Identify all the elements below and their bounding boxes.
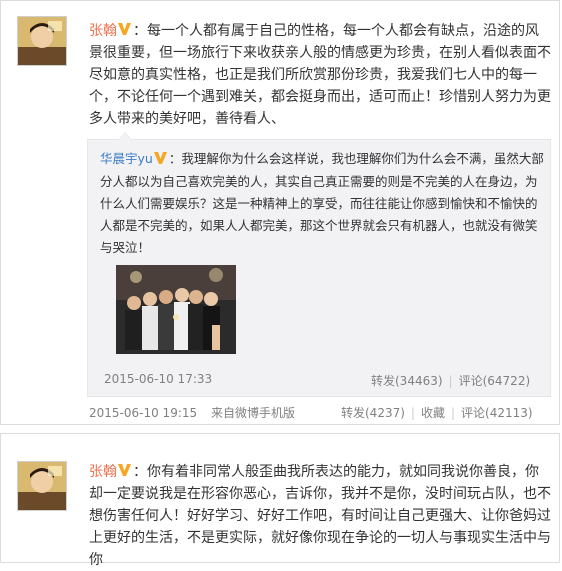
post-body: 张翰 ：每一个人都有属于自己的性格，每一个人都会有缺点，沿途的风景很重要，但一场旅…: [89, 20, 551, 130]
forwarded-actions: 转发(34463) | 评论(64722): [371, 372, 530, 389]
post-content: ：你有着非同常人般歪曲我所表达的能力，就如同我说你善良，你却一定要说我是在形容你…: [89, 464, 551, 568]
post-content: ：每一个人都有属于自己的性格，每一个人都会有缺点，沿途的风景很重要，但一场旅行下…: [89, 23, 551, 127]
post-actions: 转发(4237) | 收藏 | 评论(42113): [341, 404, 533, 421]
avatar[interactable]: [17, 16, 67, 66]
divider: |: [448, 374, 453, 388]
verified-v-icon: [118, 461, 131, 483]
forwarded-post: 华晨宇yu ：我理解你为什么会这样说，我也理解你们为什么会不满，虽然大部分人都以为…: [87, 132, 551, 397]
avatar[interactable]: [17, 461, 67, 511]
post-timestamp[interactable]: 2015-06-10 19:15: [89, 406, 197, 420]
verified-v-icon: [118, 20, 131, 42]
forwarded-timestamp[interactable]: 2015-06-10 17:33: [104, 372, 212, 386]
divider: |: [450, 406, 456, 420]
divider: |: [410, 406, 415, 420]
forwarded-comment-link[interactable]: 评论(64722): [459, 374, 531, 388]
weibo-post-card: 张翰 ：每一个人都有属于自己的性格，每一个人都会有缺点，沿途的风景很重要，但一场旅…: [0, 0, 560, 425]
forwarded-username-link[interactable]: 华晨宇yu: [100, 151, 153, 166]
post-source[interactable]: 来自微博手机版: [211, 406, 295, 420]
verified-v-icon: [153, 149, 167, 171]
favorite-link[interactable]: 收藏: [421, 406, 445, 420]
username-link[interactable]: 张翰: [89, 23, 117, 39]
caret-arrow: [118, 132, 132, 140]
comment-link[interactable]: 评论(42113): [461, 406, 533, 420]
post-meta: 2015-06-10 19:15 来自微博手机版: [89, 404, 295, 421]
forwarded-body: 华晨宇yu ：我理解你为什么会这样说，我也理解你们为什么会不满，虽然大部分人都以为…: [100, 148, 544, 259]
repost-link[interactable]: 转发(4237): [341, 406, 405, 420]
post-photo[interactable]: [116, 265, 236, 354]
forwarded-repost-link[interactable]: 转发(34463): [371, 374, 443, 388]
weibo-post-card: 张翰 ：你有着非同常人般歪曲我所表达的能力，就如同我说你善良，你却一定要说我是在形…: [0, 433, 560, 568]
post-body: 张翰 ：你有着非同常人般歪曲我所表达的能力，就如同我说你善良，你却一定要说我是在形…: [89, 461, 551, 571]
username-link[interactable]: 张翰: [89, 464, 117, 480]
